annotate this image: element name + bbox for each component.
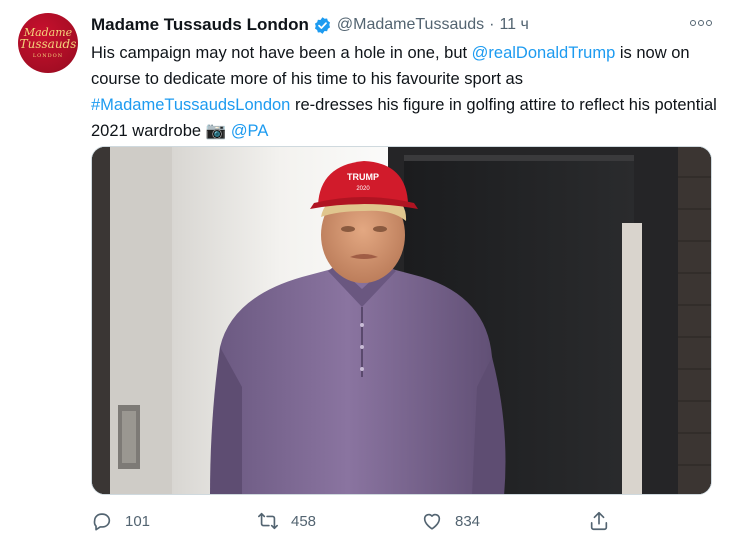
more-options-icon[interactable] <box>688 13 714 33</box>
author-handle[interactable]: @MadameTussauds <box>337 16 484 34</box>
tweet-text-part1: His campaign may not have been a hole in… <box>91 44 472 62</box>
retweet-icon <box>258 512 278 530</box>
share-button[interactable] <box>588 507 610 535</box>
cap-text-line2: 2020 <box>356 186 370 192</box>
tweet-actions: 101 458 834 <box>91 507 631 535</box>
hashtag-link[interactable]: #MadameTussaudsLondon <box>91 96 290 114</box>
camera-emoji-icon: 📷 <box>205 122 227 140</box>
retweet-button[interactable]: 458 <box>257 507 316 535</box>
cap-text-line1: TRUMP <box>347 172 379 182</box>
heart-icon <box>423 513 441 530</box>
mention-link-pa[interactable]: @PA <box>231 122 269 140</box>
header-separator: · <box>489 16 495 33</box>
wax-figure-photo: TRUMP 2020 <box>92 147 711 494</box>
tweet-text: His campaign may not have been a hole in… <box>91 40 721 144</box>
like-count: 834 <box>455 512 481 530</box>
like-button[interactable]: 834 <box>421 507 480 535</box>
avatar-logo-line2: Tussauds <box>19 37 77 51</box>
reply-button[interactable]: 101 <box>91 507 150 535</box>
reply-icon <box>93 513 111 531</box>
retweet-count: 458 <box>291 512 317 530</box>
tweet-card[interactable]: Madame Tussauds LONDON Madame Tussauds L… <box>0 0 730 550</box>
author-name[interactable]: Madame Tussauds London <box>91 15 309 35</box>
tweet-timestamp[interactable]: 11 ч <box>499 16 528 34</box>
avatar-logo-line3: LONDON <box>32 53 64 59</box>
mention-link-realdonaldtrump[interactable]: @realDonaldTrump <box>472 44 616 62</box>
reply-count: 101 <box>125 512 151 530</box>
share-icon <box>590 511 608 531</box>
tweet-media-photo[interactable]: TRUMP 2020 <box>91 146 712 495</box>
tweet-header: Madame Tussauds London @MadameTussauds ·… <box>91 14 529 36</box>
verified-badge-icon <box>314 16 330 34</box>
avatar[interactable]: Madame Tussauds LONDON <box>18 13 78 73</box>
